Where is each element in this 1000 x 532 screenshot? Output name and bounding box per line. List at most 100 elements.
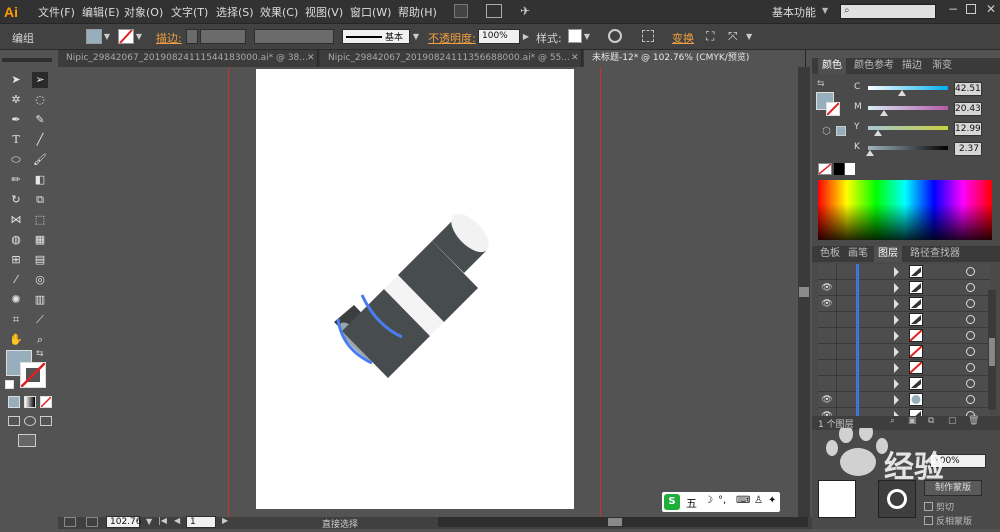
scrollbar-thumb[interactable] bbox=[608, 518, 622, 526]
draw-inside-icon[interactable] bbox=[40, 416, 52, 426]
tab-document-1[interactable]: Nipic_29842067_20190824111544183000.ai* … bbox=[58, 50, 318, 67]
lock-column[interactable] bbox=[836, 377, 837, 391]
paintbrush-icon[interactable]: 🖌 bbox=[32, 152, 48, 168]
artboard-tool-icon[interactable]: ⌗ bbox=[8, 312, 24, 328]
channel-value-field[interactable]: 20.43 bbox=[954, 102, 982, 116]
visibility-eye-icon[interactable]: 👁 bbox=[820, 298, 834, 310]
close-icon[interactable]: ✕ bbox=[571, 53, 579, 63]
lock-column[interactable] bbox=[836, 281, 837, 295]
expand-arrow-icon[interactable] bbox=[894, 363, 899, 373]
isolate-icon[interactable]: ⛶ bbox=[706, 29, 714, 44]
chevron-down-icon[interactable]: ▼ bbox=[582, 29, 592, 45]
chevron-down-icon[interactable]: ▼ bbox=[822, 6, 828, 15]
ime-keyboard-icon[interactable]: ⌨ bbox=[736, 495, 750, 506]
artboard[interactable] bbox=[256, 69, 574, 509]
status-icon[interactable] bbox=[64, 517, 76, 527]
hand-tool-icon[interactable]: ✋ bbox=[8, 332, 24, 348]
layer-row[interactable] bbox=[818, 264, 990, 280]
visibility-eye-icon[interactable]: 👁 bbox=[820, 394, 834, 406]
width-tool-icon[interactable]: ⋈ bbox=[8, 212, 24, 228]
layers-scrollbar[interactable] bbox=[988, 290, 996, 410]
visibility-eye-icon[interactable] bbox=[820, 330, 834, 342]
target-circle-icon[interactable] bbox=[966, 299, 975, 308]
mesh-tool-icon[interactable]: ⊞ bbox=[8, 252, 24, 268]
opacity-label[interactable]: 不透明度: bbox=[428, 30, 476, 46]
stroke-swatch[interactable] bbox=[118, 29, 134, 44]
fill-swatch[interactable] bbox=[86, 29, 102, 44]
gradient-mode-icon[interactable] bbox=[24, 396, 36, 408]
visibility-eye-icon[interactable] bbox=[820, 378, 834, 390]
stroke-weight-field[interactable] bbox=[200, 29, 246, 44]
ime-toolbar[interactable]: S 五 ☽ °, ⌨ ♙ ✦ bbox=[662, 492, 780, 512]
trash-icon[interactable]: 🗑 bbox=[968, 416, 979, 426]
vertical-scrollbar[interactable] bbox=[798, 67, 810, 517]
blend-tool-icon[interactable]: ◎ bbox=[32, 272, 48, 288]
swap-colors-icon[interactable]: ⇆ bbox=[817, 79, 825, 89]
scale-tool-icon[interactable]: ⧉ bbox=[32, 192, 48, 208]
menu-text[interactable]: 文字(T) bbox=[171, 4, 208, 20]
line-tool-icon[interactable]: ╱ bbox=[32, 132, 48, 148]
tab-brushes[interactable]: 画笔 bbox=[844, 246, 872, 262]
expand-arrow-icon[interactable] bbox=[894, 299, 899, 309]
eraser-icon[interactable]: ◧ bbox=[32, 172, 48, 188]
channel-slider-knob[interactable] bbox=[880, 110, 889, 116]
stroke-profile-field[interactable]: 基本 bbox=[342, 29, 410, 44]
visibility-eye-icon[interactable] bbox=[820, 314, 834, 326]
stroke-stepper[interactable] bbox=[186, 29, 198, 44]
black-swatch[interactable] bbox=[834, 163, 844, 175]
lasso-icon[interactable]: ◌ bbox=[32, 92, 48, 108]
tab-color-guide[interactable]: 颜色参考 bbox=[850, 58, 898, 74]
locate-object-icon[interactable]: ⌕ bbox=[890, 416, 895, 426]
stroke-label[interactable]: 描边: bbox=[156, 30, 182, 46]
search-input[interactable]: ⌕ bbox=[840, 4, 936, 19]
target-circle-icon[interactable] bbox=[966, 379, 975, 388]
chevron-down-icon[interactable]: ▼ bbox=[146, 517, 152, 526]
lock-column[interactable] bbox=[836, 313, 837, 327]
draw-behind-icon[interactable] bbox=[24, 416, 36, 426]
menu-edit[interactable]: 编辑(E) bbox=[82, 4, 120, 20]
swap-colors-icon[interactable]: ⇆ bbox=[36, 349, 44, 359]
visibility-eye-icon[interactable] bbox=[820, 346, 834, 358]
expand-arrow-icon[interactable] bbox=[894, 379, 899, 389]
lock-column[interactable] bbox=[836, 265, 837, 279]
channel-slider-track[interactable] bbox=[868, 146, 948, 150]
maximize-icon[interactable] bbox=[966, 4, 976, 14]
zoom-field[interactable]: 102.76 bbox=[106, 516, 142, 528]
menu-view[interactable]: 视图(V) bbox=[305, 4, 343, 20]
none-swatch[interactable] bbox=[818, 163, 832, 175]
target-circle-icon[interactable] bbox=[966, 331, 975, 340]
horizontal-scrollbar[interactable] bbox=[438, 517, 808, 527]
variable-width-field[interactable] bbox=[254, 29, 334, 44]
shape-builder-icon[interactable]: ◍ bbox=[8, 232, 24, 248]
align-icon[interactable] bbox=[642, 30, 654, 42]
screen-mode-icon[interactable] bbox=[18, 434, 36, 447]
chevron-down-icon[interactable]: ▼ bbox=[102, 29, 112, 45]
style-swatch[interactable] bbox=[568, 29, 582, 43]
ime-skin-icon[interactable]: ✦ bbox=[768, 495, 776, 506]
clipping-mask-icon[interactable]: ▣ bbox=[908, 416, 917, 426]
scrollbar-thumb[interactable] bbox=[799, 287, 809, 297]
ime-moon-icon[interactable]: ☽ bbox=[704, 495, 713, 506]
expand-arrow-icon[interactable] bbox=[894, 267, 899, 277]
expand-arrow-icon[interactable] bbox=[894, 395, 899, 405]
color-mode-icon[interactable] bbox=[8, 396, 20, 408]
close-icon[interactable]: ✕ bbox=[986, 2, 996, 16]
tab-pathfinder[interactable]: 路径查找器 bbox=[906, 246, 964, 262]
channel-slider-knob[interactable] bbox=[874, 130, 883, 136]
menu-file[interactable]: 文件(F) bbox=[38, 4, 75, 20]
out-of-gamut-icon[interactable]: ⬡ bbox=[822, 126, 831, 137]
gradient-tool-icon[interactable]: ▤ bbox=[32, 252, 48, 268]
tab-color[interactable]: 颜色 bbox=[818, 58, 846, 74]
layer-row[interactable] bbox=[818, 376, 990, 392]
tab-stroke[interactable]: 描边 bbox=[898, 58, 926, 74]
color-spectrum[interactable] bbox=[818, 180, 992, 240]
ime-punct-icon[interactable]: °, bbox=[718, 495, 726, 506]
menu-window[interactable]: 窗口(W) bbox=[350, 4, 391, 20]
free-transform-icon[interactable]: ⬚ bbox=[32, 212, 48, 228]
recolor-icon[interactable] bbox=[608, 29, 622, 43]
channel-slider-knob[interactable] bbox=[898, 90, 906, 96]
graph-tool-icon[interactable]: ▥ bbox=[32, 292, 48, 308]
chevron-down-icon[interactable]: ▼ bbox=[746, 32, 752, 41]
magic-wand-icon[interactable]: ✲ bbox=[8, 92, 24, 108]
close-icon[interactable]: ✕ bbox=[307, 53, 315, 63]
